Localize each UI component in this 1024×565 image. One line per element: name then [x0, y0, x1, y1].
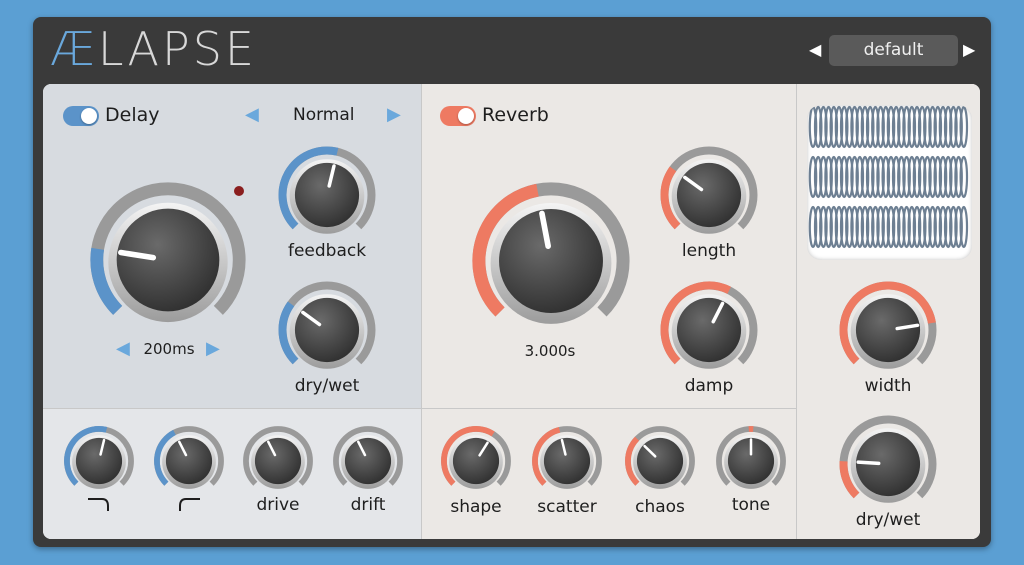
damp-knob[interactable] [659, 280, 759, 380]
chaos-knob[interactable] [624, 425, 696, 497]
knob-body [636, 437, 684, 485]
knob-body [344, 437, 392, 485]
reverb-length-value: 3.000s [524, 342, 576, 360]
global-dry-wet-label: dry/wet [855, 510, 921, 530]
toggle-thumb [458, 108, 474, 124]
preset-prev-arrow-icon[interactable]: ◀ [809, 42, 821, 58]
logo-text: LAPSE [97, 22, 257, 76]
shape-label: shape [450, 497, 502, 517]
high-cut-filter-icon [179, 498, 200, 511]
spring-coil-icon [808, 105, 969, 249]
knob-pointer [856, 460, 881, 466]
scatter-knob[interactable] [531, 425, 603, 497]
length-label: length [681, 241, 737, 261]
delay-time-knob[interactable] [88, 180, 248, 340]
knob-body [294, 297, 360, 363]
knob-body [75, 437, 123, 485]
width-label: width [864, 376, 912, 396]
preset-selector[interactable]: default [829, 35, 958, 66]
time-next-arrow-icon[interactable]: ▶ [206, 340, 220, 358]
toggle-thumb [81, 108, 97, 124]
spring-coil [959, 205, 969, 249]
delay-dry-wet-label: dry/wet [294, 376, 360, 396]
knob-body [499, 209, 603, 313]
drift-label: drift [350, 495, 386, 515]
knob-body [294, 162, 360, 228]
delay-title: Delay [105, 104, 160, 126]
global-dry-wet-knob[interactable] [838, 414, 938, 514]
knob-body [855, 297, 921, 363]
damp-label: damp [684, 376, 734, 396]
knob-body [254, 437, 302, 485]
drive-label: drive [256, 495, 300, 515]
divider [43, 408, 796, 409]
width-knob[interactable] [838, 280, 938, 380]
knob-body [676, 297, 742, 363]
feedback-label: feedback [287, 241, 367, 261]
tone-knob[interactable] [715, 425, 787, 497]
spring-coil [959, 105, 969, 149]
delay-mode: Normal [293, 105, 355, 125]
knob-body [452, 437, 500, 485]
knob-body [165, 437, 213, 485]
shape-knob[interactable] [440, 425, 512, 497]
spring-reverb-visual [807, 105, 972, 260]
knob-body [543, 437, 591, 485]
low-cut-knob[interactable] [63, 425, 135, 497]
delay-dry-wet-knob[interactable] [277, 280, 377, 380]
time-prev-arrow-icon[interactable]: ◀ [116, 340, 130, 358]
knob-body [116, 208, 220, 312]
length-knob[interactable] [659, 145, 759, 245]
logo-ae: Æ [50, 22, 98, 76]
scatter-label: scatter [537, 497, 597, 517]
high-cut-knob[interactable] [153, 425, 225, 497]
reverb-title: Reverb [482, 104, 549, 126]
delay-time-value: 200ms [143, 340, 195, 358]
drive-knob[interactable] [242, 425, 314, 497]
mode-next-arrow-icon[interactable]: ▶ [387, 106, 401, 124]
drift-knob[interactable] [332, 425, 404, 497]
chaos-label: chaos [635, 497, 685, 517]
delay-toggle[interactable] [63, 106, 99, 126]
divider [421, 84, 422, 539]
knob-body [676, 162, 742, 228]
app-logo: ÆLAPSE [50, 22, 257, 76]
feedback-knob[interactable] [277, 145, 377, 245]
low-cut-filter-icon [88, 498, 109, 511]
spring-coil [959, 155, 969, 199]
divider [796, 84, 797, 539]
reverb-size-knob[interactable] [470, 180, 632, 342]
mode-prev-arrow-icon[interactable]: ◀ [245, 106, 259, 124]
reverb-toggle[interactable] [440, 106, 476, 126]
preset-next-arrow-icon[interactable]: ▶ [963, 42, 975, 58]
tone-label: tone [731, 495, 771, 515]
